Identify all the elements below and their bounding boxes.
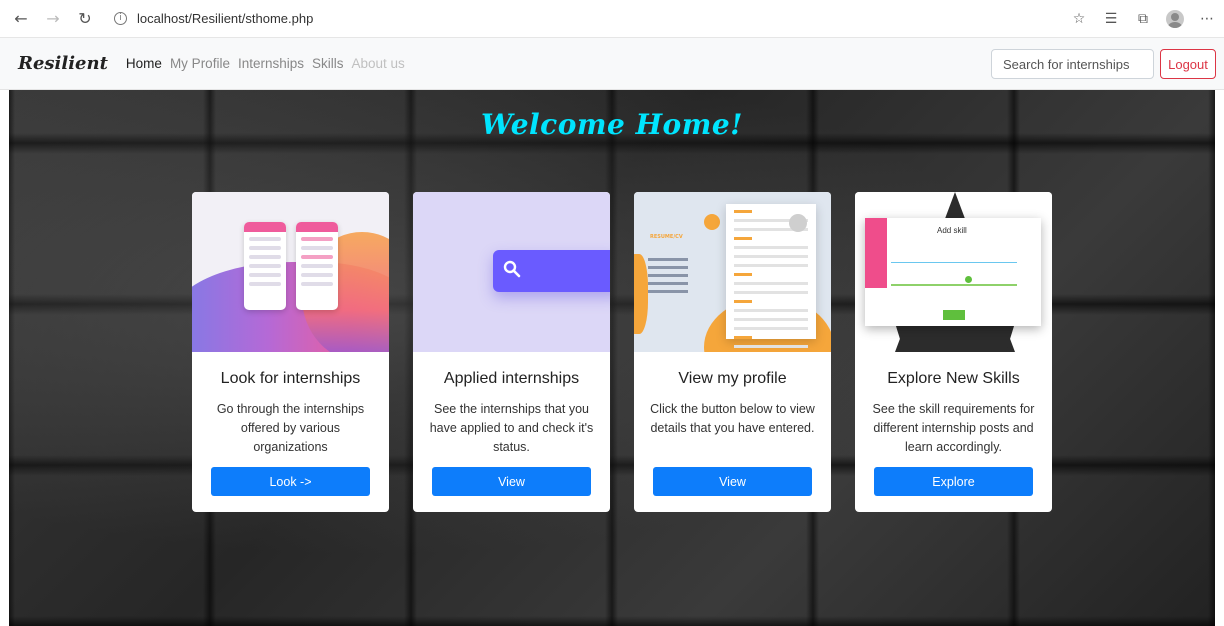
resume-illustration: RESUME/CV (634, 192, 831, 352)
card-look-for-internships: Look for internships Go through the inte… (192, 192, 389, 512)
collections-icon[interactable]: ⧉ (1134, 10, 1152, 28)
url-text: localhost/Resilient/sthome.php (137, 11, 314, 26)
browser-toolbar: ← → ↻ i localhost/Resilient/sthome.php ☆… (0, 0, 1224, 38)
refresh-icon[interactable]: ↻ (74, 8, 96, 30)
add-skill-illustration: Add skill (855, 192, 1052, 352)
view-profile-button[interactable]: View (653, 467, 812, 496)
resume-label: RESUME/CV (650, 234, 683, 240)
browser-actions: ☆ ☰ ⧉ ⋯ (1070, 0, 1216, 38)
nav-home[interactable]: Home (126, 56, 162, 71)
card-text: See the internships that you have applie… (429, 402, 594, 454)
more-menu-icon[interactable]: ⋯ (1198, 10, 1216, 28)
search-icon (503, 260, 525, 282)
favorites-list-icon[interactable]: ☰ (1102, 10, 1120, 28)
site-navbar: Resilient Home My Profile Internships Sk… (0, 38, 1224, 90)
internships-illustration (192, 192, 389, 352)
info-icon[interactable]: i (114, 12, 127, 25)
explore-button[interactable]: Explore (874, 467, 1033, 496)
card-text: See the skill requirements for different… (872, 402, 1035, 454)
welcome-heading: Welcome Home! (481, 108, 743, 141)
favorite-star-icon[interactable]: ☆ (1070, 10, 1088, 28)
search-input[interactable] (991, 49, 1154, 79)
nav-internships[interactable]: Internships (238, 56, 304, 71)
card-title: Applied internships (443, 370, 580, 387)
back-arrow-icon[interactable]: ← (10, 8, 32, 30)
card-text: Click the button below to view details t… (650, 402, 815, 435)
card-applied-internships: Applied internships See the internships … (413, 192, 610, 512)
look-button[interactable]: Look -> (211, 467, 370, 496)
page-margin-right (1215, 90, 1224, 626)
page-margin-left (0, 90, 9, 626)
view-applied-button[interactable]: View (432, 467, 591, 496)
profile-avatar-icon[interactable] (1166, 10, 1184, 28)
card-title: View my profile (678, 370, 787, 387)
avatar (789, 214, 807, 232)
card-text: Go through the internships offered by va… (216, 402, 365, 454)
brand-logo[interactable]: Resilient (18, 53, 108, 74)
logout-button[interactable]: Logout (1160, 49, 1216, 79)
forward-arrow-icon[interactable]: → (42, 8, 64, 30)
nav-my-profile[interactable]: My Profile (170, 56, 230, 71)
card-title: Explore New Skills (887, 370, 1020, 387)
card-view-profile: RESUME/CV View my profile Click the butt… (634, 192, 831, 512)
address-bar[interactable]: i localhost/Resilient/sthome.php (114, 7, 313, 31)
search-illustration (413, 192, 610, 352)
add-skill-title: Add skill (937, 226, 967, 235)
card-explore-skills: Add skill Explore New Skills See the ski… (855, 192, 1052, 512)
nav-about-us[interactable]: About us (352, 56, 405, 71)
card-title: Look for internships (220, 370, 361, 387)
nav-skills[interactable]: Skills (312, 56, 344, 71)
